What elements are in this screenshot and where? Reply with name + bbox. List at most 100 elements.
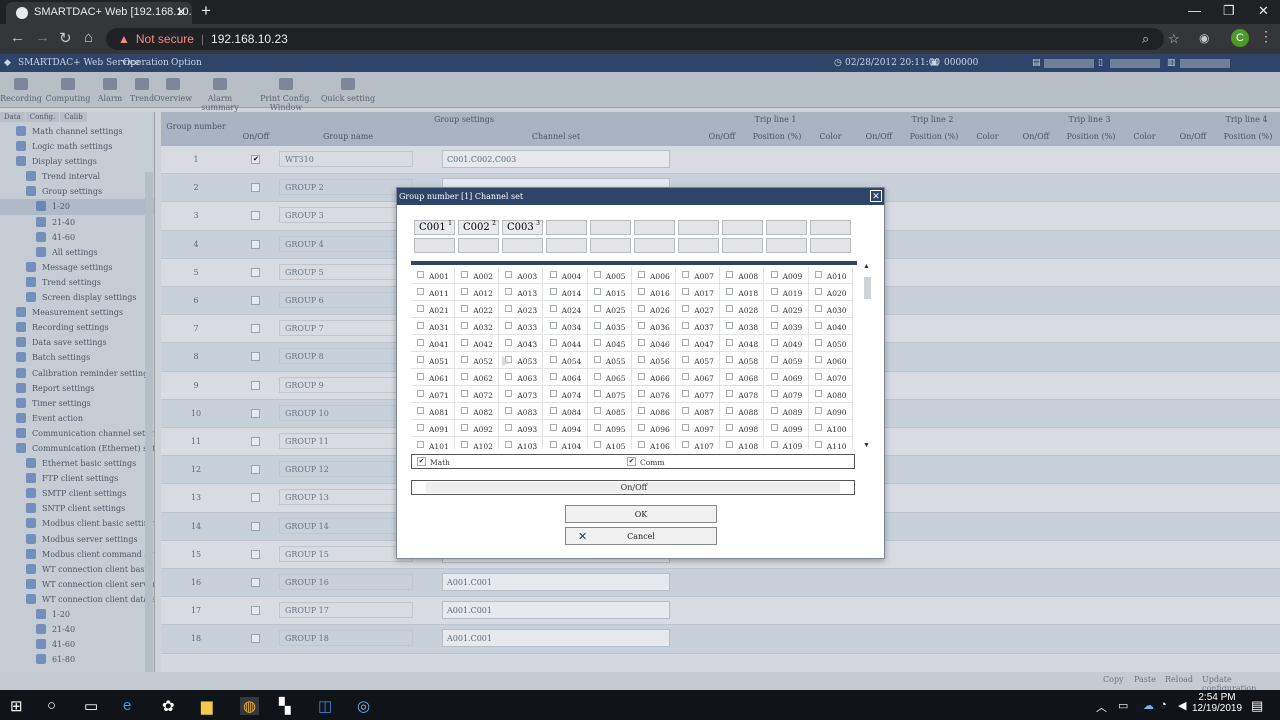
- channel-checkbox[interactable]: [638, 356, 645, 363]
- channel-checkbox-cell[interactable]: A106: [632, 437, 676, 449]
- channel-checkbox[interactable]: [549, 356, 557, 363]
- channel-checkbox-cell[interactable]: A054: [543, 352, 588, 369]
- channel-checkbox[interactable]: [726, 288, 734, 295]
- channel-checkbox-cell[interactable]: A060: [808, 352, 853, 369]
- ok-button[interactable]: OK: [565, 505, 717, 523]
- not-secure-label[interactable]: Not secure: [136, 32, 194, 46]
- tree-item[interactable]: Modbus server settings: [0, 532, 154, 547]
- channel-checkbox-cell[interactable]: A003: [499, 267, 544, 284]
- channel-checkbox-cell[interactable]: A033: [499, 318, 544, 335]
- tree-item[interactable]: Data save settings: [0, 335, 154, 350]
- channel-checkbox-cell[interactable]: A091: [411, 420, 455, 437]
- channel-checkbox[interactable]: [417, 271, 424, 278]
- alarm-summary-button[interactable]: Alarm summary: [190, 78, 250, 112]
- channel-checkbox[interactable]: [682, 339, 690, 346]
- channel-checkbox-cell[interactable]: A065: [587, 369, 632, 386]
- group-name-field[interactable]: GROUP 2: [279, 179, 413, 196]
- channel-checkbox[interactable]: [461, 288, 469, 295]
- channel-checkbox[interactable]: [770, 288, 778, 295]
- channel-checkbox-cell[interactable]: A028: [720, 301, 765, 318]
- channel-checkbox-cell[interactable]: A032: [455, 318, 500, 335]
- channel-checkbox-cell[interactable]: A074: [543, 386, 588, 403]
- channel-checkbox[interactable]: [549, 288, 557, 295]
- channel-checkbox[interactable]: [417, 407, 424, 414]
- channel-checkbox[interactable]: [505, 322, 513, 329]
- tree-item[interactable]: Timer settings: [0, 396, 154, 411]
- channel-checkbox-cell[interactable]: A097: [676, 420, 721, 437]
- channel-checkbox[interactable]: [549, 305, 557, 312]
- group-name-field[interactable]: GROUP 14: [279, 517, 413, 534]
- channel-checkbox-cell[interactable]: A007: [676, 267, 721, 284]
- table-row[interactable]: 1 ✔ WT310 C001.C002.C003: [161, 146, 1280, 175]
- channel-checkbox[interactable]: [461, 271, 469, 278]
- channel-checkbox-cell[interactable]: A105: [588, 437, 632, 449]
- channel-checkbox-cell[interactable]: A036: [632, 318, 676, 335]
- channel-checkbox[interactable]: [726, 356, 734, 363]
- channel-checkbox[interactable]: [593, 373, 601, 380]
- selected-channel-slot[interactable]: [810, 220, 851, 235]
- group-onoff-checkbox[interactable]: ✔: [251, 155, 260, 164]
- channel-checkbox[interactable]: [417, 390, 424, 397]
- tab-calib[interactable]: Calib: [60, 112, 87, 122]
- tree-item[interactable]: Batch settings: [0, 350, 154, 365]
- tree-item[interactable]: Measurement settings: [0, 305, 154, 320]
- channel-checkbox[interactable]: [638, 441, 645, 448]
- channel-checkbox-cell[interactable]: A107: [676, 437, 721, 449]
- channel-checkbox[interactable]: [417, 322, 424, 329]
- channel-checkbox-cell[interactable]: A001: [411, 267, 455, 284]
- channel-checkbox-cell[interactable]: A103: [499, 437, 544, 449]
- channel-checkbox[interactable]: [505, 424, 513, 431]
- group-name-field[interactable]: GROUP 13: [279, 489, 413, 506]
- channel-checkbox-cell[interactable]: A084: [543, 403, 588, 420]
- quick-setting-button[interactable]: Quick setting: [318, 78, 378, 103]
- tray-chevron-icon[interactable]: ︿: [1096, 699, 1107, 715]
- channel-checkbox[interactable]: [638, 390, 645, 397]
- tree-item[interactable]: Ethernet basic settings: [0, 456, 154, 471]
- tree-item[interactable]: All settings: [0, 245, 154, 260]
- selected-channel-slot[interactable]: [722, 238, 763, 253]
- channel-checkbox[interactable]: [638, 407, 645, 414]
- channel-checkbox-cell[interactable]: A094: [543, 420, 588, 437]
- channel-checkbox-cell[interactable]: A086: [632, 403, 676, 420]
- tree-item[interactable]: Trend interval: [0, 169, 154, 184]
- channel-checkbox-cell[interactable]: A067: [676, 369, 721, 386]
- channel-checkbox[interactable]: [549, 322, 557, 329]
- channel-checkbox-cell[interactable]: A011: [411, 284, 455, 301]
- channel-checkbox[interactable]: [726, 322, 734, 329]
- tree-item[interactable]: 41-60: [0, 637, 154, 652]
- edge-icon[interactable]: e: [123, 697, 131, 714]
- channel-checkbox-cell[interactable]: A077: [676, 386, 721, 403]
- channel-checkbox-cell[interactable]: A037: [676, 318, 721, 335]
- channel-checkbox[interactable]: [461, 441, 469, 448]
- group-onoff-checkbox[interactable]: [251, 437, 260, 446]
- selected-channel-slot[interactable]: [414, 238, 455, 253]
- print-config-button[interactable]: Print Config. Window: [255, 78, 317, 112]
- tree-item[interactable]: 1-20: [0, 607, 154, 622]
- channel-checkbox-cell[interactable]: A085: [587, 403, 632, 420]
- group-onoff-checkbox[interactable]: [251, 465, 260, 475]
- channel-checkbox[interactable]: [770, 339, 778, 346]
- channel-checkbox[interactable]: [814, 305, 822, 312]
- channel-checkbox[interactable]: [770, 271, 778, 278]
- channel-checkbox[interactable]: [461, 424, 469, 431]
- channel-checkbox[interactable]: [814, 288, 822, 295]
- channel-checkbox[interactable]: [682, 441, 690, 448]
- channel-checkbox[interactable]: [770, 407, 778, 414]
- channel-checkbox[interactable]: [593, 305, 601, 312]
- channel-checkbox-cell[interactable]: A015: [587, 284, 632, 301]
- channel-checkbox[interactable]: [549, 373, 557, 380]
- group-name-field[interactable]: GROUP 8: [279, 348, 413, 365]
- table-row[interactable]: 18 GROUP 18 A001.C001: [161, 625, 1280, 654]
- tree-item[interactable]: 21-40: [0, 622, 154, 637]
- channel-checkbox[interactable]: [505, 288, 513, 295]
- group-name-field[interactable]: GROUP 17: [279, 602, 413, 619]
- group-onoff-checkbox[interactable]: [251, 324, 260, 334]
- channel-checkbox-cell[interactable]: A093: [499, 420, 544, 437]
- channel-checkbox-cell[interactable]: A044: [543, 335, 588, 352]
- channel-checkbox[interactable]: [461, 322, 469, 329]
- more-menu-icon[interactable]: ⋮: [1259, 28, 1273, 45]
- channel-checkbox[interactable]: [505, 271, 513, 278]
- tree-item[interactable]: FTP client settings: [0, 471, 154, 486]
- channel-checkbox[interactable]: [726, 407, 734, 414]
- table-row[interactable]: 16 GROUP 16 A001.C001: [161, 569, 1280, 598]
